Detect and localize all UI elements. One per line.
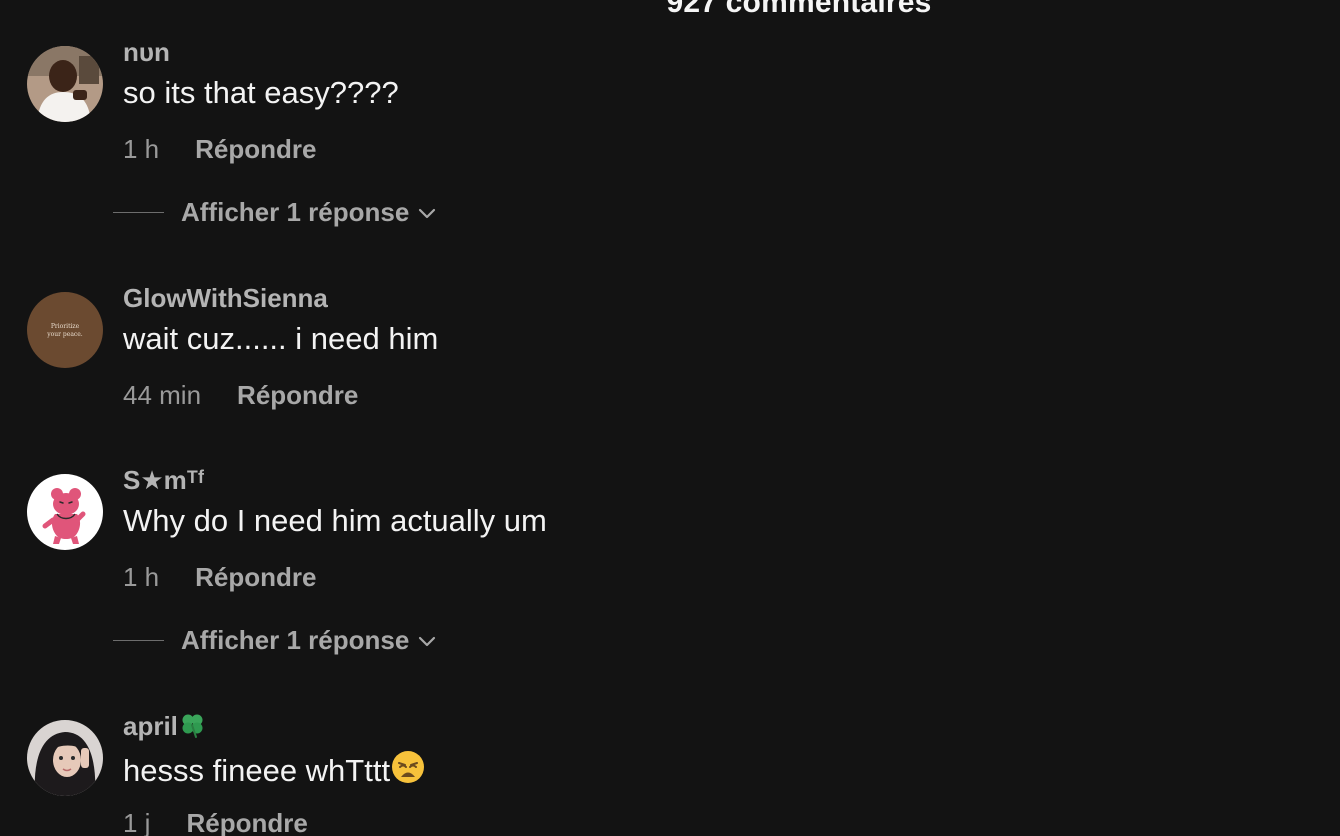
comment-text: hesss fineee whTttt: [123, 749, 426, 793]
comment-meta: 1 h Répondre: [123, 562, 317, 593]
view-replies-label: Afficher 1 réponse: [181, 625, 410, 655]
comment-timestamp: 1 h: [123, 562, 160, 592]
chevron-down-icon: [417, 631, 437, 651]
comment-username[interactable]: GlowWithSienna: [123, 283, 328, 314]
comment-meta: 1 j Répondre: [123, 808, 308, 836]
reply-button[interactable]: Répondre: [195, 134, 316, 165]
chevron-down-icon: [417, 203, 437, 223]
avatar[interactable]: [27, 46, 103, 122]
weary-face-icon: [390, 749, 426, 793]
comment-timestamp: 1 h: [123, 134, 160, 164]
comment-text: so its that easy????: [123, 75, 399, 110]
comment-text: wait cuz...... i need him: [123, 321, 439, 356]
divider-line: [113, 212, 164, 213]
view-replies-label: Afficher 1 réponse: [181, 197, 410, 227]
comment-text: Why do I need him actually um: [123, 503, 547, 538]
divider-line: [113, 640, 164, 641]
four-leaf-clover-icon: [178, 711, 206, 746]
comment-username[interactable]: S★mᵀᶠ: [123, 465, 204, 496]
avatar-image: [27, 46, 103, 122]
avatar-text-line-1: Prioritize: [51, 323, 80, 330]
avatar-image: [27, 474, 103, 550]
comments-screen: 927 commentaires nᴜn so its that easy???…: [0, 0, 1340, 836]
avatar-image: Prioritize your peace.: [27, 292, 103, 368]
view-replies-button[interactable]: Afficher 1 réponse: [113, 625, 437, 656]
comment-text-content: hesss fineee whTttt: [123, 753, 391, 788]
avatar-text-line-2: your peace.: [46, 331, 83, 338]
reply-button[interactable]: Répondre: [186, 808, 307, 836]
avatar[interactable]: Prioritize your peace.: [27, 292, 103, 368]
avatar-image: [27, 720, 103, 796]
view-replies-button[interactable]: Afficher 1 réponse: [113, 197, 437, 228]
comment-meta: 44 min Répondre: [123, 380, 358, 411]
reply-button[interactable]: Répondre: [195, 562, 316, 593]
comment-username[interactable]: april: [123, 711, 206, 746]
comment-meta: 1 h Répondre: [123, 134, 317, 165]
reply-button[interactable]: Répondre: [237, 380, 358, 411]
comments-count-title: 927 commentaires: [666, 0, 932, 19]
comment-username-text: april: [123, 711, 178, 741]
avatar[interactable]: [27, 720, 103, 796]
comment-username[interactable]: nᴜn: [123, 37, 170, 68]
avatar[interactable]: [27, 474, 103, 550]
comment-timestamp: 44 min: [123, 380, 202, 410]
comment-timestamp: 1 j: [123, 808, 151, 836]
